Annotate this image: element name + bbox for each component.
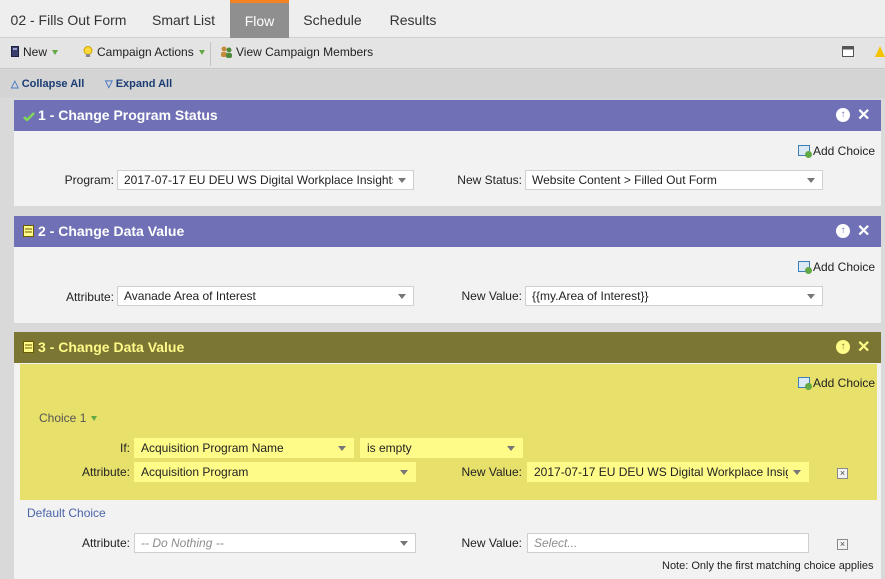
add-choice-label: Add Choice	[813, 144, 876, 158]
data-value-icon	[23, 225, 34, 240]
chevron-down-icon	[91, 416, 98, 422]
new-status-select[interactable]: Website Content > Filled Out Form	[525, 170, 823, 190]
chevron-down-icon	[807, 178, 815, 183]
if-operator-value: is empty	[367, 441, 412, 455]
move-up-icon[interactable]: ↑	[836, 108, 850, 122]
chevron-down-icon	[807, 294, 815, 299]
new-value-value: {{my.Area of Interest}}	[532, 289, 649, 303]
new-value-select[interactable]: {{my.Area of Interest}}	[525, 286, 823, 306]
toolbar-divider	[210, 42, 211, 66]
collapse-all-label: Collapse All	[21, 78, 85, 90]
new-value-select[interactable]: 2017-07-17 EU DEU WS Digital Workplace I…	[527, 462, 809, 482]
tab-schedule[interactable]: Schedule	[289, 0, 376, 38]
new-status-value: Website Content > Filled Out Form	[532, 173, 717, 187]
default-attribute-value: -- Do Nothing --	[141, 536, 224, 550]
chevron-down-icon	[338, 446, 346, 451]
attribute-value: Acquisition Program	[141, 465, 249, 479]
chevron-down-icon	[400, 541, 408, 546]
chevron-down-icon	[400, 470, 408, 475]
default-new-value-select[interactable]: Select...	[527, 533, 809, 553]
expand-all-label: Expand All	[115, 78, 173, 90]
warning-icon	[875, 46, 885, 60]
default-attribute-select[interactable]: -- Do Nothing --	[134, 533, 416, 553]
default-new-value-label: New Value:	[461, 536, 522, 550]
remove-choice-icon[interactable]: ×	[837, 468, 848, 479]
flow-step-3-header[interactable]: 3 - Change Data Value ↑ ✕	[14, 332, 881, 363]
chevron-down-icon	[507, 446, 515, 451]
chevron-down-icon: ▽	[105, 79, 113, 90]
remove-default-icon[interactable]: ×	[837, 539, 848, 550]
add-choice-icon	[798, 377, 812, 390]
if-operator-select[interactable]: is empty	[360, 438, 523, 458]
collapse-all-button[interactable]: △ Collapse All	[11, 78, 84, 90]
window-icon[interactable]	[842, 46, 854, 60]
step-title: 1 - Change Program Status	[38, 107, 218, 123]
add-choice-button[interactable]: Add Choice	[798, 260, 875, 274]
flow-step-2-header[interactable]: 2 - Change Data Value ↑ ✕	[14, 216, 881, 247]
new-status-label: New Status:	[457, 173, 522, 187]
new-value-label: New Value:	[461, 289, 522, 303]
move-up-icon[interactable]: ↑	[836, 224, 850, 238]
campaign-actions-label: Campaign Actions	[97, 45, 194, 59]
expand-all-button[interactable]: ▽ Expand All	[105, 78, 172, 90]
if-field-value: Acquisition Program Name	[141, 441, 284, 455]
add-choice-icon	[798, 261, 812, 274]
add-choice-icon	[798, 145, 812, 158]
chevron-down-icon	[198, 50, 205, 56]
close-icon[interactable]: ✕	[857, 337, 870, 357]
chevron-down-icon	[793, 470, 801, 475]
view-campaign-members-button[interactable]: View Campaign Members	[220, 45, 373, 59]
default-attribute-label: Attribute:	[81, 536, 130, 550]
choice-1-text: Choice 1	[39, 411, 87, 425]
view-members-label: View Campaign Members	[236, 45, 374, 59]
new-value-value: 2017-07-17 EU DEU WS Digital Workplace I…	[534, 465, 788, 479]
attribute-label: Attribute:	[65, 290, 114, 304]
program-value: 2017-07-17 EU DEU WS Digital Workplace I…	[124, 173, 393, 187]
data-value-icon	[23, 341, 34, 356]
add-choice-button[interactable]: Add Choice	[798, 376, 875, 390]
add-choice-label: Add Choice	[813, 376, 876, 390]
step-title: 3 - Change Data Value	[38, 339, 185, 355]
tab-bar: 02 - Fills Out Form Smart List Flow Sche…	[0, 0, 885, 38]
default-choice-label: Default Choice	[27, 506, 106, 520]
collapse-bar: △ Collapse All ▽ Expand All	[0, 70, 885, 98]
matching-note: Note: Only the first matching choice app…	[662, 560, 874, 572]
program-label: Program:	[64, 173, 114, 187]
status-icon	[23, 110, 35, 124]
new-button[interactable]: New	[11, 45, 59, 59]
move-up-icon[interactable]: ↑	[836, 340, 850, 354]
tab-results[interactable]: Results	[376, 0, 450, 38]
attribute-select[interactable]: Acquisition Program	[134, 462, 416, 482]
flow-step-1-body: Add Choice Program: 2017-07-17 EU DEU WS…	[14, 131, 881, 206]
tab-flow[interactable]: Flow	[230, 0, 289, 38]
close-icon[interactable]: ✕	[857, 221, 870, 241]
add-choice-label: Add Choice	[813, 260, 876, 274]
new-label: New	[23, 45, 48, 59]
attribute-value: Avanade Area of Interest	[124, 289, 256, 303]
if-label: If:	[119, 441, 130, 455]
add-choice-button[interactable]: Add Choice	[798, 144, 875, 158]
program-select[interactable]: 2017-07-17 EU DEU WS Digital Workplace I…	[117, 170, 414, 190]
lightbulb-icon	[83, 46, 93, 57]
chevron-up-icon: △	[11, 79, 19, 90]
close-icon[interactable]: ✕	[857, 105, 870, 125]
if-field-select[interactable]: Acquisition Program Name	[134, 438, 354, 458]
toolbar: New Campaign Actions View Campaign Membe…	[0, 38, 885, 69]
new-value-label: New Value:	[461, 465, 522, 479]
flow-step-1-header[interactable]: 1 - Change Program Status ↑ ✕	[14, 100, 881, 131]
chevron-down-icon	[398, 178, 406, 183]
tab-smart-list[interactable]: Smart List	[137, 0, 230, 38]
people-icon	[221, 46, 232, 58]
flow-step-2-body: Add Choice Attribute: Avanade Area of In…	[14, 247, 881, 323]
new-icon	[11, 46, 19, 57]
campaign-actions-button[interactable]: Campaign Actions	[83, 45, 205, 59]
default-new-value-placeholder: Select...	[534, 536, 578, 550]
chevron-down-icon	[398, 294, 406, 299]
step-title: 2 - Change Data Value	[38, 223, 185, 239]
chevron-down-icon	[52, 50, 59, 56]
choice-1-label[interactable]: Choice 1	[39, 411, 98, 425]
tab-campaign-name[interactable]: 02 - Fills Out Form	[0, 0, 137, 38]
attribute-label: Attribute:	[81, 465, 130, 479]
attribute-select[interactable]: Avanade Area of Interest	[117, 286, 414, 306]
